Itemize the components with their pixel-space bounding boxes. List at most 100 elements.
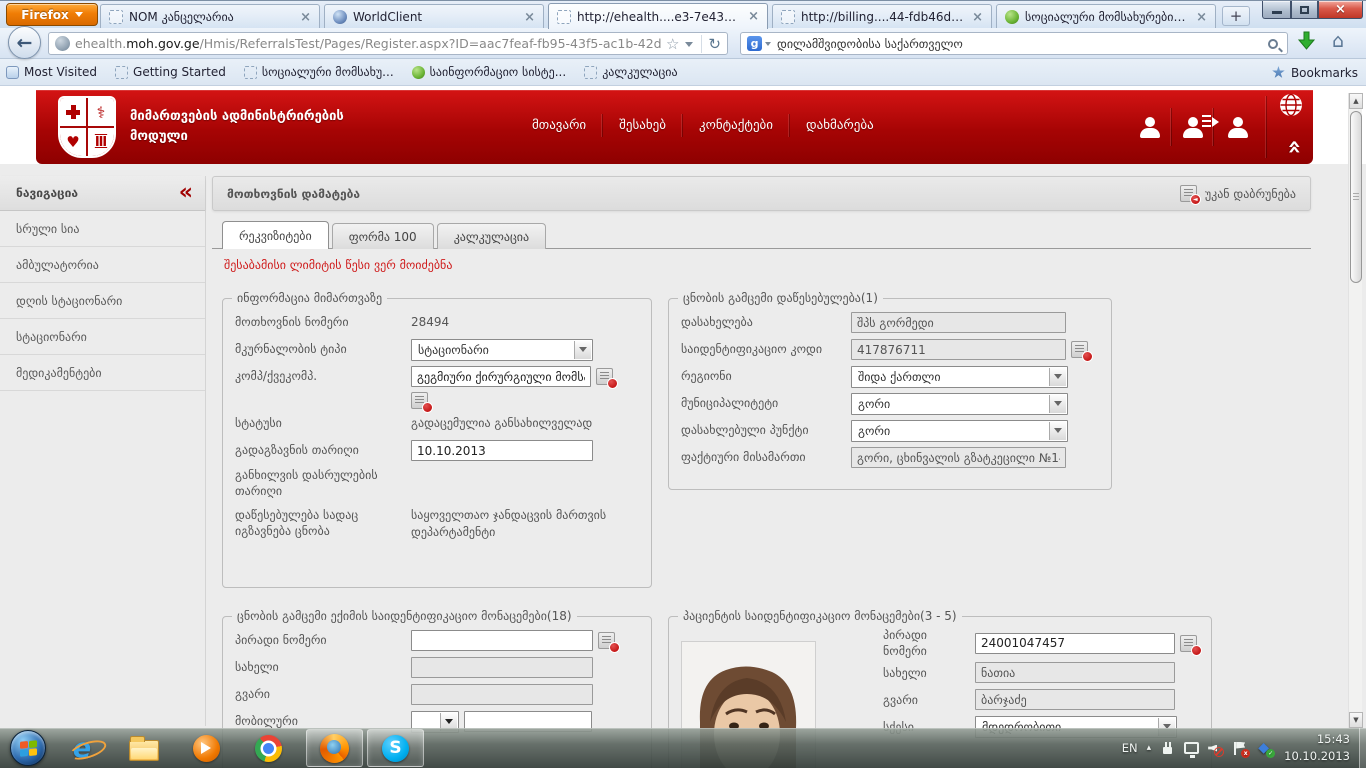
new-tab-button[interactable]: + [1222,6,1250,26]
component-clear-icon[interactable] [411,392,428,409]
code-lookup-icon[interactable] [1071,341,1088,358]
url-bar[interactable]: ehealth.moh.gov.ge/Hmis/ReferralsTest/Pa… [48,32,728,55]
maximize-button[interactable] [1291,1,1318,19]
sidebar-item-full-list[interactable]: სრული სია [0,211,205,247]
tab-close-button[interactable]: × [524,10,535,25]
bookmark-most-visited[interactable]: Most Visited [6,65,97,79]
scroll-up-button[interactable]: ▲ [1349,93,1363,109]
taskbar-clock[interactable]: 15:43 10.10.2013 [1284,731,1350,764]
site-identity-icon[interactable] [55,36,70,51]
bookmark-calculation[interactable]: კალკულაცია [584,65,677,79]
doctor-first-name-input[interactable] [411,657,593,678]
doctor-lookup-icon[interactable] [598,632,615,649]
taskbar-explorer[interactable] [128,733,160,763]
tab-close-button[interactable]: × [1196,10,1207,25]
downloads-button[interactable] [1298,31,1315,53]
sidebar-item-ambulatory[interactable]: ამბულატორია [0,247,205,283]
google-search-icon[interactable]: g [747,36,762,51]
treatment-type-select[interactable]: სტაციონარი [411,339,593,361]
doctor-last-name-input[interactable] [411,684,593,705]
component-lookup-icon[interactable] [596,368,613,385]
browser-tab-billing[interactable]: http://billing....44-fdb46d45c493 × [772,4,992,29]
tab-close-button[interactable]: × [972,10,983,25]
minimize-button[interactable] [1262,1,1291,19]
bookmark-info-system[interactable]: საინფორმაციო სისტე... [412,65,567,79]
go-back-link[interactable]: ◄ უკან დაბრუნება [1180,185,1296,202]
action-center-icon[interactable]: x [1232,741,1247,756]
browser-tab-worldclient[interactable]: WorldClient × [324,4,544,29]
settlement-select[interactable]: გორი [851,420,1068,442]
select-arrow-icon[interactable] [574,341,591,359]
patient-personal-number-input[interactable] [975,633,1175,654]
institution-name-input[interactable] [851,312,1066,333]
identification-code-input[interactable] [851,339,1066,360]
bookmark-star-icon[interactable]: ☆ [666,35,679,53]
field-send-date: გადაგზავნის თარიღი [235,437,639,464]
url-dropdown-icon[interactable] [685,42,693,51]
collapse-header-button[interactable]: « [1282,140,1308,155]
nav-help[interactable]: დახმარება [789,114,890,137]
tab-requisites[interactable]: რეკვიზიტები [222,221,329,249]
tab-calculation[interactable]: კალკულაცია [437,223,546,249]
tab-close-button[interactable]: × [300,10,311,25]
language-indicator[interactable]: EN [1122,741,1138,755]
close-button[interactable]: × [1318,1,1363,19]
nav-about[interactable]: შესახებ [602,114,682,137]
language-globe-button[interactable] [1279,93,1303,117]
patient-lookup-icon[interactable] [1180,635,1197,652]
nav-contacts[interactable]: კონტაქტები [682,114,789,137]
patient-last-name-input[interactable] [975,689,1175,710]
logout-button[interactable] [1213,108,1255,146]
search-bar[interactable]: g დილამშვიდობისა საქართველო [740,32,1288,55]
browser-tab-nom[interactable]: NOM კანცელარია × [100,4,320,29]
taskbar-internet-explorer[interactable]: e [66,733,98,763]
taskbar-media-player[interactable] [190,733,222,763]
bookmarks-menu-button[interactable]: Bookmarks [1272,59,1358,86]
component-input[interactable] [411,366,591,387]
select-arrow-icon[interactable] [1049,422,1066,440]
browser-tab-social-service[interactable]: სოციალური მომსახურების საა... × [996,4,1216,29]
tab-close-button[interactable]: × [748,9,759,24]
reload-icon[interactable]: ↻ [701,35,721,53]
tray-expand-icon[interactable]: ▴ [1147,743,1152,753]
doctor-personal-number-input[interactable] [411,630,593,651]
patient-first-name-input[interactable] [975,662,1175,683]
profile-button[interactable] [1129,108,1171,146]
actual-address-input[interactable] [851,447,1066,468]
sidebar-item-day-hospital[interactable]: დღის სტაციონარი [0,283,205,319]
network-icon[interactable] [1184,742,1199,754]
back-button[interactable]: ← [8,26,41,59]
user-actions [1129,108,1255,146]
browser-tab-ehealth-active[interactable]: http://ehealth....e3-7e43813eb2e6 × [548,3,768,29]
search-magnifier-icon[interactable] [1268,39,1278,49]
region-select[interactable]: შიდა ქართლი [851,366,1068,388]
sidebar-item-hospital[interactable]: სტაციონარი [0,319,205,355]
volume-muted-icon[interactable] [1208,741,1223,756]
tab-form-100[interactable]: ფორმა 100 [332,223,434,249]
scrollbar-thumb[interactable] [1350,111,1362,283]
url-text[interactable]: ehealth.moh.gov.ge/Hmis/ReferralsTest/Pa… [75,36,662,51]
bookmark-social-service[interactable]: სოციალური მომსახუ... [244,65,394,79]
show-desktop-button[interactable] [1359,728,1366,768]
taskbar-skype-active[interactable]: S [367,729,424,767]
select-arrow-icon[interactable] [1049,395,1066,413]
search-engine-dropdown-icon[interactable] [765,42,771,49]
send-date-input[interactable] [411,440,593,461]
firefox-menu-button[interactable]: Firefox [6,3,98,26]
start-button[interactable] [10,730,46,766]
taskbar-chrome[interactable] [252,733,284,763]
scroll-down-button[interactable]: ▼ [1349,712,1363,728]
search-input[interactable]: დილამშვიდობისა საქართველო [777,37,1268,51]
select-arrow-icon[interactable] [1049,368,1066,386]
municipality-select[interactable]: გორი [851,393,1068,415]
bookmark-getting-started[interactable]: Getting Started [115,65,226,79]
home-button[interactable]: ⌂ [1332,30,1344,52]
sidebar-collapse-button[interactable]: « [179,183,193,203]
user-list-button[interactable] [1171,108,1213,146]
page-scrollbar[interactable]: ▲ ▼ [1348,93,1362,728]
sidebar-item-medications[interactable]: მედიკამენტები [0,355,205,391]
nav-home[interactable]: მთავარი [516,114,602,137]
taskbar-firefox-active[interactable] [306,729,363,767]
dropbox-icon[interactable]: ◆✓ [1256,741,1271,756]
power-icon[interactable] [1160,741,1175,756]
